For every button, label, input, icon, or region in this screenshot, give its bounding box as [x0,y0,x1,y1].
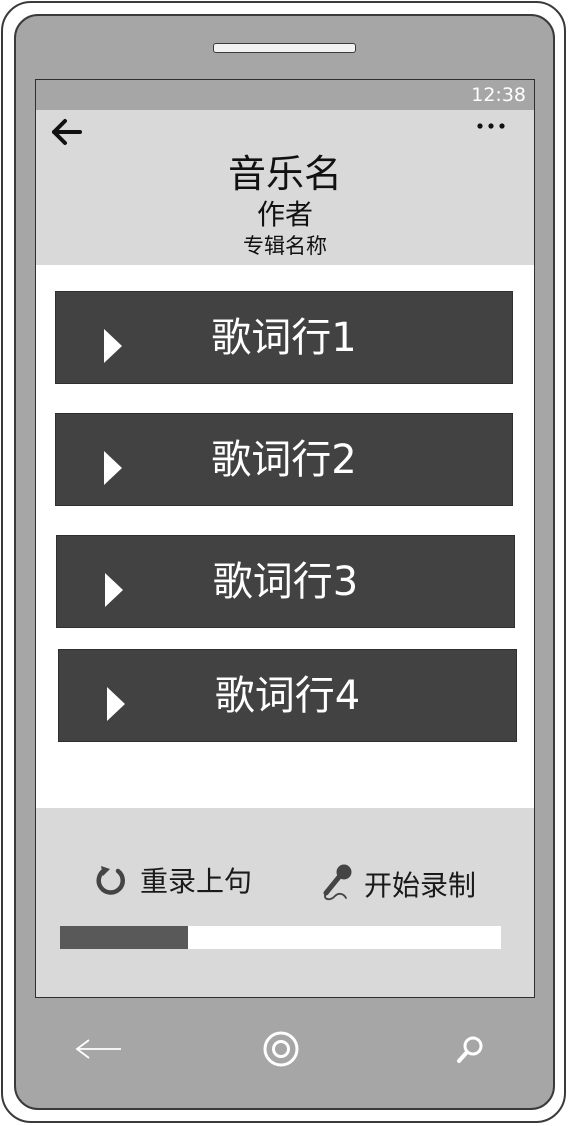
lyric-text: 歌词行2 [211,437,357,483]
home-circle-icon [263,1031,299,1067]
record-progress-fill [60,926,188,949]
song-header: 音乐名 作者 专辑名称 [36,110,534,265]
status-bar: 12:38 [36,80,534,110]
lyric-text: 歌词行1 [211,315,357,361]
lyric-text: 歌词行3 [212,559,359,605]
redo-icon [96,866,125,895]
record-controls: 重录上句 开始录制 [36,808,534,997]
arrow-left-icon [52,119,82,145]
lyric-row-4[interactable]: 歌词行4 [58,649,517,742]
screen: 12:38 音乐名 作者 专辑名称 歌词行1 歌词行2 歌词行3 歌词行4 重录… [35,79,535,998]
more-dots-icon [477,123,505,129]
song-album: 专辑名称 [243,234,327,258]
more-button[interactable] [474,118,510,134]
lyric-text: 歌词行4 [214,673,361,719]
song-title: 音乐名 [227,152,342,196]
record-progress-bar [60,926,501,949]
back-arrow-icon [75,1039,121,1059]
status-time: 12:38 [471,84,526,106]
song-author: 作者 [256,198,313,231]
back-button[interactable] [50,118,84,146]
rerecord-button[interactable]: 重录上句 [94,860,262,900]
rerecord-label: 重录上句 [140,865,253,898]
lyric-row-3[interactable]: 歌词行3 [56,535,515,628]
phone-speaker [213,43,356,53]
microphone-icon [323,864,352,901]
start-record-label: 开始录制 [364,869,477,902]
search-icon [457,1036,483,1063]
nav-home-button[interactable] [262,1030,300,1068]
lyric-row-2[interactable]: 歌词行2 [55,413,513,506]
nav-back-button[interactable] [74,1036,124,1062]
start-record-button[interactable]: 开始录制 [320,860,486,904]
lyric-row-1[interactable]: 歌词行1 [55,291,513,384]
nav-search-button[interactable] [454,1034,486,1066]
